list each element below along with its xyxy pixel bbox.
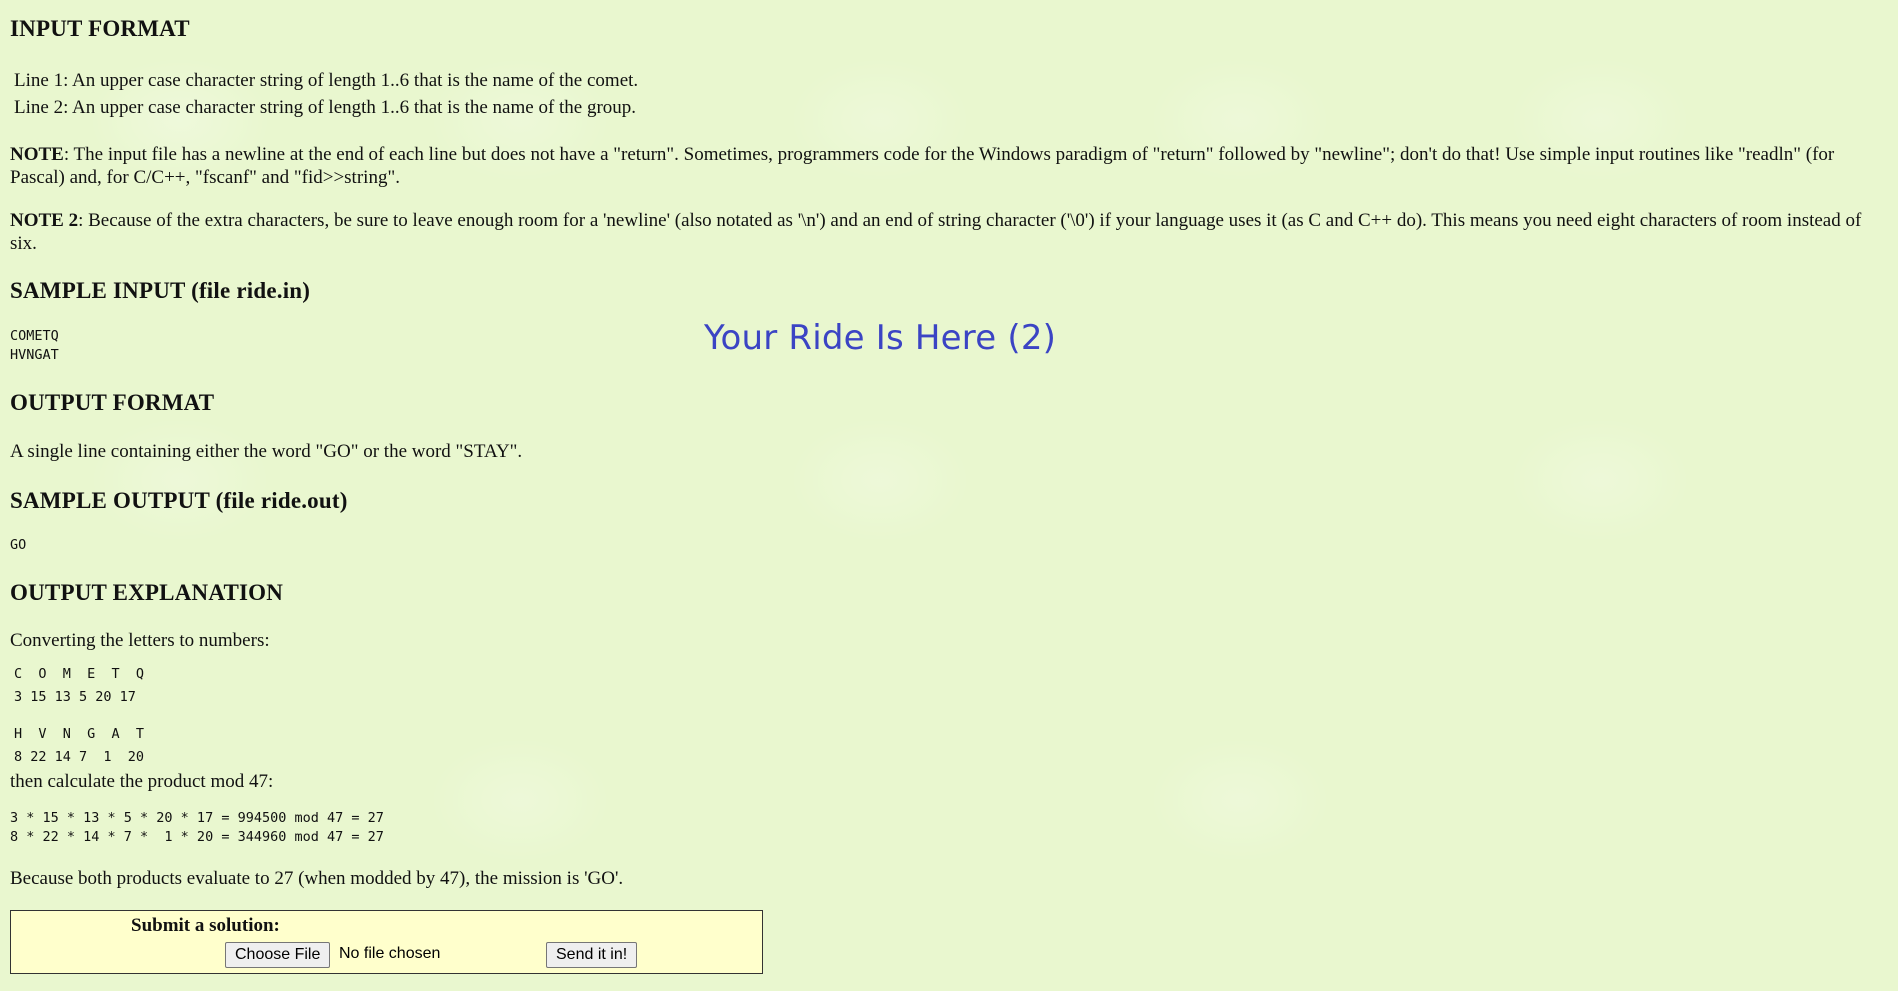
note-text: : The input file has a newline at the en… bbox=[10, 144, 1835, 188]
calc-line-1: 3 * 15 * 13 * 5 * 20 * 17 = 994500 mod 4… bbox=[10, 810, 384, 826]
file-status-text: No file chosen bbox=[339, 945, 441, 962]
submit-form: Submit a solution: Choose File No file c… bbox=[10, 910, 763, 974]
sample-input-heading: SAMPLE INPUT (file ride.in) bbox=[10, 278, 311, 303]
comet-numbers: 3 15 13 5 20 17 bbox=[14, 689, 136, 705]
output-format-heading: OUTPUT FORMAT bbox=[10, 390, 215, 415]
choose-file-button[interactable]: Choose File bbox=[225, 942, 331, 968]
group-letters: H V N G A T bbox=[14, 726, 145, 742]
group-numbers: 8 22 14 7 1 20 bbox=[14, 749, 145, 765]
explanation-then: then calculate the product mod 47: bbox=[10, 771, 274, 792]
sample-input-line-2: HVNGAT bbox=[10, 347, 59, 363]
input-format-heading: INPUT FORMAT bbox=[10, 16, 190, 41]
note2-paragraph: NOTE 2: Because of the extra characters,… bbox=[10, 209, 1885, 255]
overlay-title: Your Ride Is Here (2) bbox=[704, 318, 1057, 358]
comet-letters: C O M E T Q bbox=[14, 666, 145, 682]
send-it-in-button[interactable]: Send it in! bbox=[546, 942, 638, 968]
explanation-conclusion: Because both products evaluate to 27 (wh… bbox=[10, 868, 624, 889]
input-line-1: Line 1: An upper case character string o… bbox=[14, 70, 639, 91]
explanation-intro: Converting the letters to numbers: bbox=[10, 630, 270, 651]
sample-output-value: GO bbox=[10, 537, 27, 553]
note2-label: NOTE 2 bbox=[10, 210, 79, 231]
submit-title: Submit a solution: bbox=[131, 915, 280, 936]
output-format-text: A single line containing either the word… bbox=[10, 441, 523, 462]
output-explanation-heading: OUTPUT EXPLANATION bbox=[10, 580, 284, 605]
calc-line-2: 8 * 22 * 14 * 7 * 1 * 20 = 344960 mod 47… bbox=[10, 829, 384, 845]
sample-input-line-1: COMETQ bbox=[10, 328, 59, 344]
note2-text: : Because of the extra characters, be su… bbox=[10, 210, 1862, 254]
note-paragraph: NOTE: The input file has a newline at th… bbox=[10, 143, 1885, 189]
input-line-2: Line 2: An upper case character string o… bbox=[14, 97, 637, 118]
note-label: NOTE bbox=[10, 144, 64, 165]
sample-output-heading: SAMPLE OUTPUT (file ride.out) bbox=[10, 488, 348, 513]
